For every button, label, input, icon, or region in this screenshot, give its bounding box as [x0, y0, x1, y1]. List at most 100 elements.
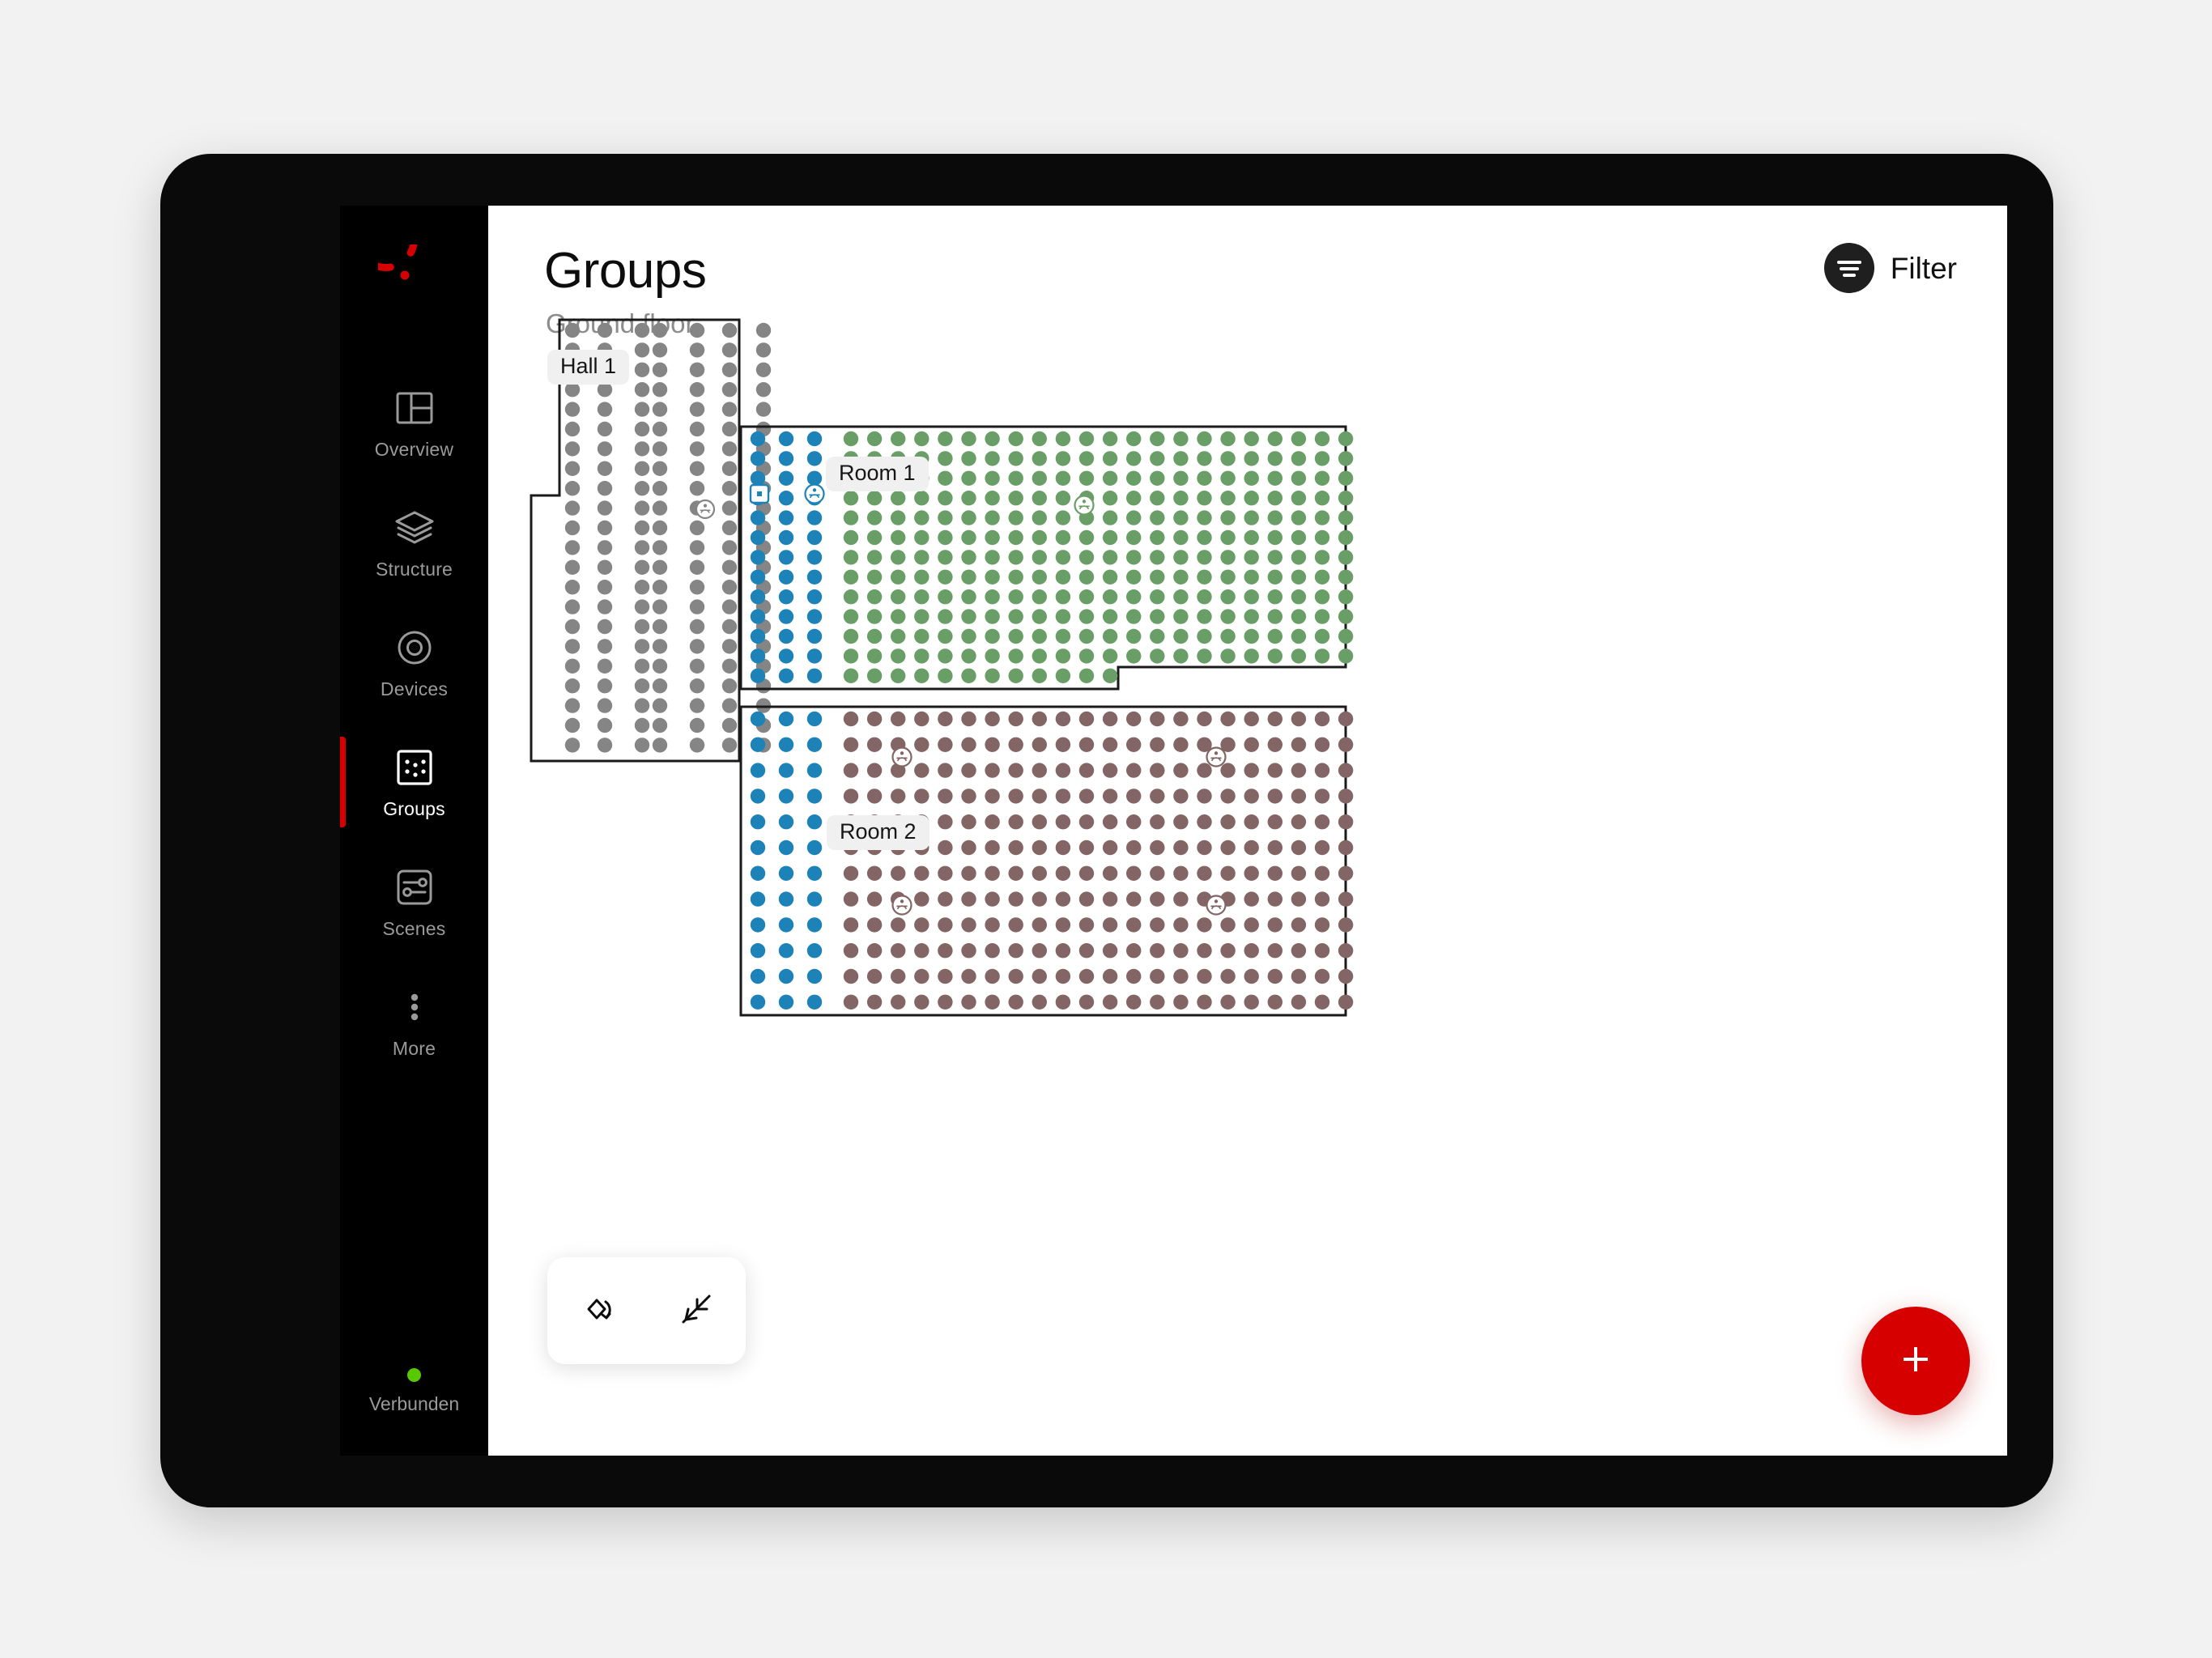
device-dot[interactable]	[1291, 569, 1307, 585]
device-dot[interactable]	[985, 648, 1000, 664]
device-dot[interactable]	[1102, 943, 1118, 959]
device-dot[interactable]	[1008, 668, 1023, 683]
device-dot[interactable]	[652, 461, 668, 476]
device-dot[interactable]	[1055, 431, 1071, 447]
device-dot[interactable]	[1173, 865, 1189, 881]
device-dot[interactable]	[1102, 431, 1118, 447]
device-dot[interactable]	[1267, 737, 1283, 752]
add-group-fab[interactable]	[1861, 1307, 1970, 1415]
device-dot[interactable]	[806, 451, 823, 466]
device-dot[interactable]	[938, 470, 953, 486]
device-dot[interactable]	[1267, 491, 1283, 506]
device-dot[interactable]	[778, 589, 794, 605]
device-dot[interactable]	[1008, 491, 1023, 506]
device-dot[interactable]	[1291, 628, 1307, 644]
device-dot[interactable]	[1173, 763, 1189, 778]
device-dot[interactable]	[1314, 840, 1330, 856]
device-dot[interactable]	[1126, 968, 1142, 984]
device-dot[interactable]	[1338, 628, 1354, 644]
device-dot[interactable]	[1008, 648, 1023, 664]
device-dot[interactable]	[938, 865, 953, 881]
device-dot[interactable]	[1314, 968, 1330, 984]
device-dot[interactable]	[938, 737, 953, 752]
device-dot[interactable]	[1267, 529, 1283, 546]
device-dot[interactable]	[843, 737, 859, 752]
device-dot[interactable]	[1078, 589, 1095, 605]
device-dot[interactable]	[891, 865, 906, 881]
device-dot[interactable]	[755, 322, 772, 338]
device-dot[interactable]	[652, 342, 668, 358]
device-dot[interactable]	[634, 698, 650, 713]
device-dot[interactable]	[961, 529, 976, 546]
device-dot[interactable]	[721, 580, 738, 595]
device-dot[interactable]	[1244, 711, 1259, 727]
device-dot[interactable]	[1055, 609, 1071, 624]
device-dot[interactable]	[1008, 510, 1023, 525]
device-dot[interactable]	[843, 491, 859, 506]
device-dot[interactable]	[750, 589, 766, 605]
device-dot[interactable]	[891, 968, 906, 984]
device-dot[interactable]	[1220, 569, 1236, 585]
device-dot[interactable]	[755, 698, 772, 713]
device-dot[interactable]	[1314, 431, 1330, 447]
device-dot[interactable]	[1032, 789, 1047, 804]
device-dot[interactable]	[1197, 737, 1212, 752]
device-dot[interactable]	[778, 968, 794, 984]
device-dot[interactable]	[1197, 891, 1212, 907]
device-dot[interactable]	[1244, 917, 1259, 933]
device-dot[interactable]	[1197, 628, 1212, 644]
device-dot[interactable]	[1150, 569, 1165, 585]
device-dot[interactable]	[634, 678, 650, 694]
device-dot[interactable]	[1267, 628, 1283, 644]
device-dot[interactable]	[1032, 668, 1047, 683]
device-dot[interactable]	[1008, 865, 1023, 881]
device-dot[interactable]	[597, 500, 613, 516]
device-dot[interactable]	[1220, 943, 1236, 959]
device-dot[interactable]	[914, 491, 929, 506]
device-dot[interactable]	[866, 943, 883, 959]
device-dot[interactable]	[891, 529, 906, 546]
device-dot[interactable]	[938, 648, 953, 664]
device-dot[interactable]	[778, 763, 794, 778]
device-dot[interactable]	[721, 599, 738, 614]
device-dot[interactable]	[750, 628, 766, 644]
device-dot[interactable]	[755, 580, 772, 595]
device-dot[interactable]	[1244, 569, 1259, 585]
device-dot[interactable]	[866, 648, 883, 664]
device-dot[interactable]	[806, 589, 823, 605]
device-dot[interactable]	[1291, 865, 1307, 881]
device-dot[interactable]	[1314, 865, 1330, 881]
device-dot[interactable]	[778, 891, 794, 907]
device-dot[interactable]	[1314, 943, 1330, 959]
device-dot[interactable]	[1078, 569, 1095, 585]
device-dot[interactable]	[1267, 891, 1283, 907]
device-dot[interactable]	[1291, 529, 1307, 546]
device-dot[interactable]	[1008, 840, 1023, 856]
device-dot[interactable]	[1008, 609, 1023, 624]
device-dot[interactable]	[1008, 569, 1023, 585]
device-dot[interactable]	[1150, 865, 1165, 881]
device-dot[interactable]	[1102, 789, 1118, 804]
device-dot[interactable]	[1220, 865, 1236, 881]
device-dot[interactable]	[1197, 917, 1212, 933]
device-dot[interactable]	[1078, 550, 1095, 565]
device-dot[interactable]	[1102, 968, 1118, 984]
device-dot[interactable]	[1314, 994, 1330, 1010]
device-dot[interactable]	[1220, 609, 1236, 624]
device-dot[interactable]	[806, 470, 823, 486]
device-dot[interactable]	[1220, 491, 1236, 506]
device-dot[interactable]	[1173, 431, 1189, 447]
device-dot[interactable]	[1291, 470, 1307, 486]
device-dot[interactable]	[778, 569, 794, 585]
device-dot[interactable]	[1008, 711, 1023, 727]
device-dot[interactable]	[985, 994, 1000, 1010]
device-dot[interactable]	[843, 668, 859, 683]
device-dot[interactable]	[1314, 628, 1330, 644]
device-dot[interactable]	[843, 589, 859, 605]
device-dot[interactable]	[806, 943, 823, 959]
device-dot[interactable]	[597, 658, 613, 674]
device-dot[interactable]	[1078, 668, 1095, 683]
device-dot[interactable]	[914, 628, 929, 644]
device-dot[interactable]	[961, 840, 976, 856]
device-dot[interactable]	[1244, 550, 1259, 565]
